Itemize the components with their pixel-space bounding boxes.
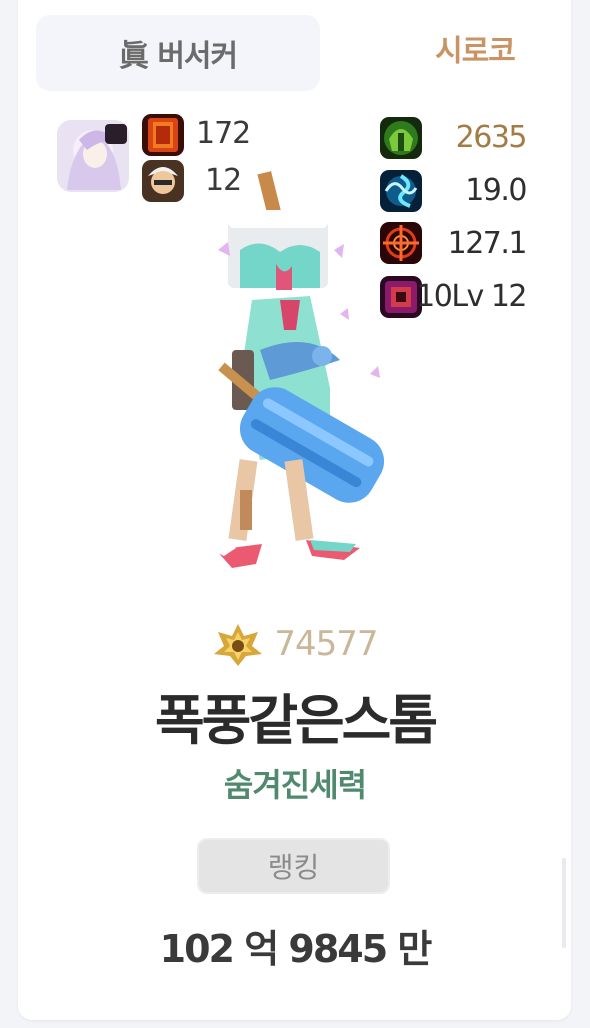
guild-name[interactable]: 숨겨진세력 [0,760,590,806]
scrollbar[interactable] [562,858,566,948]
stat-value-2: 19.0 [465,173,527,208]
stat-value-1: 2635 [455,120,528,155]
ranking-button-label: 랭킹 [267,851,320,884]
damage-value: 102 억 9845 만 [159,927,433,971]
fame-value: 74577 [274,624,378,664]
character-name: 폭풍같은스톰 [154,689,438,752]
left-stat-top: 172 [196,116,251,151]
fame-row: 74577 [0,620,590,668]
job-tab[interactable]: 眞 버서커 [36,15,320,91]
stat-value-3: 127.1 [447,226,528,261]
stat-value-4: 10Lv 12 [416,279,527,314]
server-name[interactable]: 시로코 [405,26,545,70]
job-name: 眞 버서커 [118,39,238,74]
character-portrait-icon [142,160,184,202]
character-sprite [180,160,400,580]
fame-icon [212,620,264,668]
green-helmet-icon [380,117,422,159]
red-banner-icon [142,114,184,156]
avatar[interactable] [57,120,129,192]
ranking-button[interactable]: 랭킹 [197,838,390,894]
